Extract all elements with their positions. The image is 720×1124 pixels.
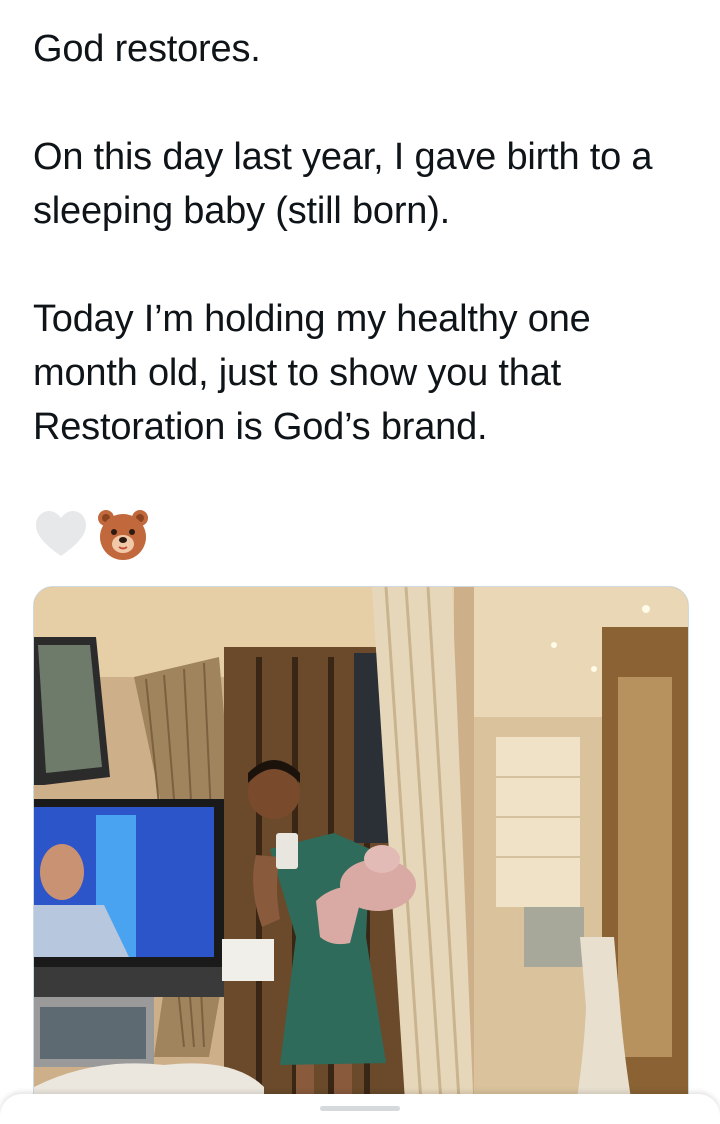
bottom-sheet-handle[interactable] [320,1106,400,1111]
post-media-image[interactable] [33,586,689,1118]
white-heart-emoji-icon [36,511,86,556]
post-text: God restores. On this day last year, I g… [33,28,653,448]
bottom-sheet[interactable] [0,1094,720,1124]
photo-mirror-selfie [34,587,688,1117]
emoji-row [34,508,150,562]
bear-face-emoji-icon [98,510,148,560]
